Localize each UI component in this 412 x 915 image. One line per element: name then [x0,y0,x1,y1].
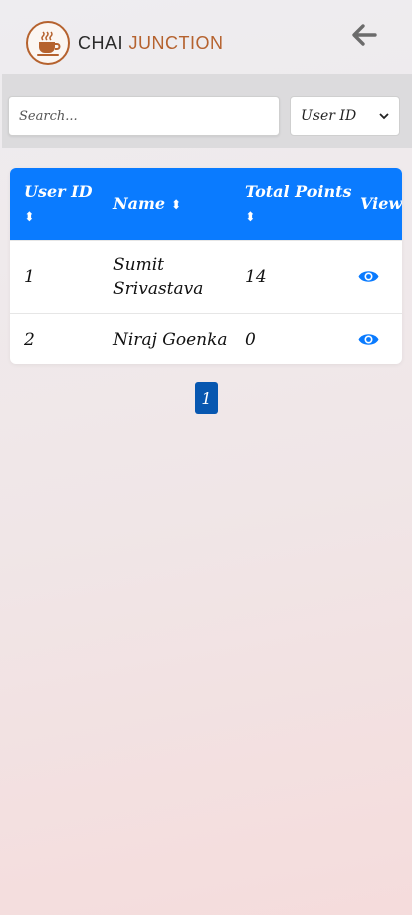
column-header-view: View [360,192,402,216]
eye-icon [358,271,379,282]
cell-total-points: 14 [245,267,267,287]
cell-total-points: 0 [245,330,256,350]
chevron-down-icon [379,113,389,120]
cell-name: Sumit Srivastava [113,253,203,301]
table-row: 1 Sumit Srivastava 14 [10,240,402,313]
cell-user-id: 2 [24,330,35,350]
cell-name: Niraj Goenka [113,328,228,352]
column-header-total-points[interactable]: Total Points ⬍ [245,180,352,230]
chai-cup-icon [26,21,70,65]
column-label-user-id: User ID [24,182,93,201]
brand-name: CHAI JUNCTION [78,33,224,54]
brand-word-1: CHAI [78,32,124,53]
pagination-page-button[interactable]: 1 [195,382,218,414]
column-header-user-id[interactable]: User ID ⬍ [24,180,93,230]
column-label-name: Name [113,194,166,213]
eye-icon [358,334,379,345]
sort-icon: ⬍ [24,210,35,225]
users-table: User ID ⬍ Name ⬍ Total Points ⬍ View 1 S… [10,168,402,364]
cell-name-line1: Sumit [113,255,164,275]
cell-name-line2: Srivastava [113,279,204,299]
filter-select[interactable]: User ID [290,96,400,136]
column-header-name[interactable]: Name ⬍ [113,192,182,218]
brand-logo[interactable]: CHAI JUNCTION [26,21,224,65]
table-row: 2 Niraj Goenka 0 [10,313,402,364]
brand-word-2: JUNCTION [128,32,224,53]
search-input[interactable] [8,96,280,136]
view-button[interactable] [358,269,379,289]
cell-name-line1: Niraj Goenka [113,330,228,350]
column-label-view: View [360,194,402,213]
cell-user-id: 1 [24,267,35,287]
back-button[interactable] [349,22,379,48]
app-header: CHAI JUNCTION [0,0,412,74]
arrow-left-icon [352,24,377,46]
sort-icon: ⬍ [245,210,256,225]
column-label-total-points: Total Points [245,182,352,201]
sort-icon: ⬍ [170,198,182,213]
filter-bar: User ID [2,74,412,148]
pagination-page-number: 1 [201,388,212,408]
filter-select-value: User ID [301,108,357,124]
table-header: User ID ⬍ Name ⬍ Total Points ⬍ View [10,168,402,240]
view-button[interactable] [358,332,379,352]
